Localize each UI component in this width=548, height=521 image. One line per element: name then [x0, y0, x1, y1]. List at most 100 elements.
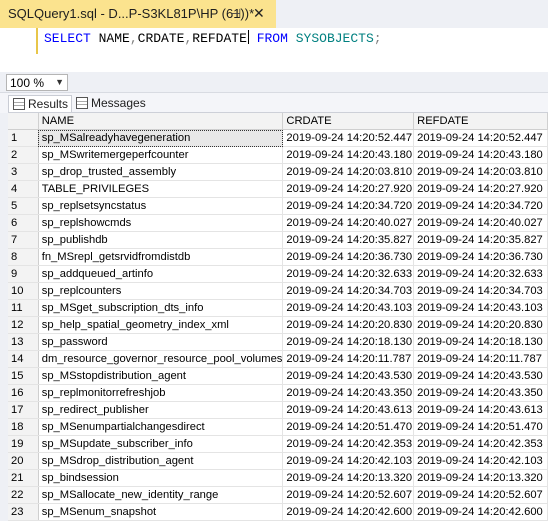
crdate-cell[interactable]: 2019-09-24 14:20:11.787	[282, 350, 415, 368]
query-text[interactable]: SELECT NAME,CRDATE,REFDATE FROM SYSOBJEC…	[44, 30, 382, 46]
name-cell[interactable]: sp_MSallocate_new_identity_range	[38, 486, 284, 504]
chevron-down-icon[interactable]: ▼	[55, 77, 64, 87]
crdate-cell[interactable]: 2019-09-24 14:20:13.320	[282, 469, 415, 487]
row-number-cell[interactable]: 1	[8, 129, 39, 147]
crdate-cell[interactable]: 2019-09-24 14:20:43.180	[282, 146, 415, 164]
row-number-cell[interactable]: 12	[8, 316, 39, 334]
refdate-cell[interactable]: 2019-09-24 14:20:43.103	[413, 299, 548, 317]
name-cell[interactable]: sp_drop_trusted_assembly	[38, 163, 284, 181]
refdate-cell[interactable]: 2019-09-24 14:20:27.920	[413, 180, 548, 198]
results-grid[interactable]: NAME CRDATE REFDATE 1 sp_MSalreadyhavegen…	[8, 112, 548, 521]
query-document-tab[interactable]: SQLQuery1.sql - D...P-S3KL81P\HP (61))* …	[0, 0, 276, 28]
refdate-cell[interactable]: 2019-09-24 14:20:51.470	[413, 418, 548, 436]
refdate-cell[interactable]: 2019-09-24 14:20:52.447	[413, 129, 548, 147]
crdate-cell[interactable]: 2019-09-24 14:20:51.470	[282, 418, 415, 436]
name-cell[interactable]: sp_publishdb	[38, 231, 284, 249]
refdate-cell[interactable]: 2019-09-24 14:20:32.633	[413, 265, 548, 283]
name-cell[interactable]: sp_replcounters	[38, 282, 284, 300]
query-editor[interactable]: SELECT NAME,CRDATE,REFDATE FROM SYSOBJEC…	[0, 28, 548, 73]
name-cell[interactable]: sp_MSwritemergeperfcounter	[38, 146, 284, 164]
table-row[interactable]: 2 sp_MSwritemergeperfcounter 2019-09-24 14…	[8, 146, 548, 164]
name-cell[interactable]: sp_redirect_publisher	[38, 401, 284, 419]
refdate-cell[interactable]: 2019-09-24 14:20:40.027	[413, 214, 548, 232]
name-cell[interactable]: sp_MSstopdistribution_agent	[38, 367, 284, 385]
crdate-cell[interactable]: 2019-09-24 14:20:42.353	[282, 435, 415, 453]
name-cell[interactable]: sp_addqueued_artinfo	[38, 265, 284, 283]
refdate-cell[interactable]: 2019-09-24 14:20:11.787	[413, 350, 548, 368]
crdate-cell[interactable]: 2019-09-24 14:20:36.730	[282, 248, 415, 266]
row-number-cell[interactable]: 7	[8, 231, 39, 249]
zoom-select[interactable]: 100 % ▼	[6, 74, 68, 91]
name-cell[interactable]: sp_MSenumpartialchangesdirect	[38, 418, 284, 436]
name-cell[interactable]: fn_MSrepl_getsrvidfromdistdb	[38, 248, 284, 266]
table-row[interactable]: 7 sp_publishdb 2019-09-24 14:20:35.827 2019…	[8, 231, 548, 249]
crdate-cell[interactable]: 2019-09-24 14:20:32.633	[282, 265, 415, 283]
refdate-cell[interactable]: 2019-09-24 14:20:03.810	[413, 163, 548, 181]
refdate-cell[interactable]: 2019-09-24 14:20:42.103	[413, 452, 548, 470]
name-cell[interactable]: sp_bindsession	[38, 469, 284, 487]
column-header-refdate[interactable]: REFDATE	[413, 113, 548, 130]
table-row[interactable]: 10 sp_replcounters 2019-09-24 14:20:34.703…	[8, 282, 548, 300]
crdate-cell[interactable]: 2019-09-24 14:20:27.920	[282, 180, 415, 198]
name-cell[interactable]: sp_replsetsyncstatus	[38, 197, 284, 215]
table-row[interactable]: 18 sp_MSenumpartialchangesdirect 2019-09-2…	[8, 418, 548, 436]
row-number-cell[interactable]: 6	[8, 214, 39, 232]
row-number-cell[interactable]: 10	[8, 282, 39, 300]
crdate-cell[interactable]: 2019-09-24 14:20:35.827	[282, 231, 415, 249]
name-cell[interactable]: sp_help_spatial_geometry_index_xml	[38, 316, 284, 334]
table-row[interactable]: 9 sp_addqueued_artinfo 2019-09-24 14:20:32…	[8, 265, 548, 283]
row-number-cell[interactable]: 8	[8, 248, 39, 266]
refdate-cell[interactable]: 2019-09-24 14:20:42.353	[413, 435, 548, 453]
name-cell[interactable]: TABLE_PRIVILEGES	[38, 180, 284, 198]
table-row[interactable]: 14 dm_resource_governor_resource_pool_vol…	[8, 350, 548, 368]
row-number-cell[interactable]: 23	[8, 503, 39, 521]
table-row[interactable]: 15 sp_MSstopdistribution_agent 2019-09-24 …	[8, 367, 548, 385]
name-cell[interactable]: sp_MSdrop_distribution_agent	[38, 452, 284, 470]
name-cell[interactable]: sp_replshowcmds	[38, 214, 284, 232]
table-row[interactable]: 16 sp_replmonitorrefreshjob 2019-09-24 14:…	[8, 384, 548, 402]
row-number-cell[interactable]: 22	[8, 486, 39, 504]
table-row[interactable]: 1 sp_MSalreadyhavegeneration 2019-09-24 14…	[8, 129, 548, 147]
refdate-cell[interactable]: 2019-09-24 14:20:43.530	[413, 367, 548, 385]
row-number-cell[interactable]: 9	[8, 265, 39, 283]
crdate-cell[interactable]: 2019-09-24 14:20:42.103	[282, 452, 415, 470]
close-icon[interactable]: ✕	[253, 5, 265, 22]
row-number-cell[interactable]: 21	[8, 469, 39, 487]
name-cell[interactable]: sp_password	[38, 333, 284, 351]
table-row[interactable]: 11 sp_MSget_subscription_dts_info 2019-09-…	[8, 299, 548, 317]
row-number-cell[interactable]: 13	[8, 333, 39, 351]
table-row[interactable]: 12 sp_help_spatial_geometry_index_xml 2019…	[8, 316, 548, 334]
column-header-name[interactable]: NAME	[38, 113, 284, 130]
crdate-cell[interactable]: 2019-09-24 14:20:43.350	[282, 384, 415, 402]
row-number-cell[interactable]: 14	[8, 350, 39, 368]
crdate-cell[interactable]: 2019-09-24 14:20:43.613	[282, 401, 415, 419]
table-row[interactable]: 23 sp_MSenum_snapshot 2019-09-24 14:20:42.…	[8, 503, 548, 521]
row-number-cell[interactable]: 5	[8, 197, 39, 215]
row-number-cell[interactable]: 4	[8, 180, 39, 198]
row-number-cell[interactable]: 18	[8, 418, 39, 436]
row-number-cell[interactable]: 3	[8, 163, 39, 181]
row-number-header[interactable]	[8, 113, 39, 130]
refdate-cell[interactable]: 2019-09-24 14:20:52.607	[413, 486, 548, 504]
refdate-cell[interactable]: 2019-09-24 14:20:20.830	[413, 316, 548, 334]
tab-messages[interactable]: Messages	[72, 95, 146, 111]
crdate-cell[interactable]: 2019-09-24 14:20:34.720	[282, 197, 415, 215]
pin-icon[interactable]: ⊣	[230, 6, 241, 22]
table-row[interactable]: 6 sp_replshowcmds 2019-09-24 14:20:40.027 2…	[8, 214, 548, 232]
table-row[interactable]: 8 fn_MSrepl_getsrvidfromdistdb 2019-09-24 …	[8, 248, 548, 266]
name-cell[interactable]: sp_replmonitorrefreshjob	[38, 384, 284, 402]
row-number-cell[interactable]: 17	[8, 401, 39, 419]
table-row[interactable]: 5 sp_replsetsyncstatus 2019-09-24 14:20:34…	[8, 197, 548, 215]
row-number-cell[interactable]: 20	[8, 452, 39, 470]
table-row[interactable]: 3 sp_drop_trusted_assembly 2019-09-24 14:2…	[8, 163, 548, 181]
crdate-cell[interactable]: 2019-09-24 14:20:42.600	[282, 503, 415, 521]
column-header-crdate[interactable]: CRDATE	[282, 113, 415, 130]
name-cell[interactable]: sp_MSenum_snapshot	[38, 503, 284, 521]
row-number-cell[interactable]: 11	[8, 299, 39, 317]
crdate-cell[interactable]: 2019-09-24 14:20:18.130	[282, 333, 415, 351]
table-row[interactable]: 4 TABLE_PRIVILEGES 2019-09-24 14:20:27.920…	[8, 180, 548, 198]
row-number-cell[interactable]: 19	[8, 435, 39, 453]
refdate-cell[interactable]: 2019-09-24 14:20:43.613	[413, 401, 548, 419]
name-cell[interactable]: dm_resource_governor_resource_pool_volum…	[38, 350, 284, 368]
crdate-cell[interactable]: 2019-09-24 14:20:43.103	[282, 299, 415, 317]
